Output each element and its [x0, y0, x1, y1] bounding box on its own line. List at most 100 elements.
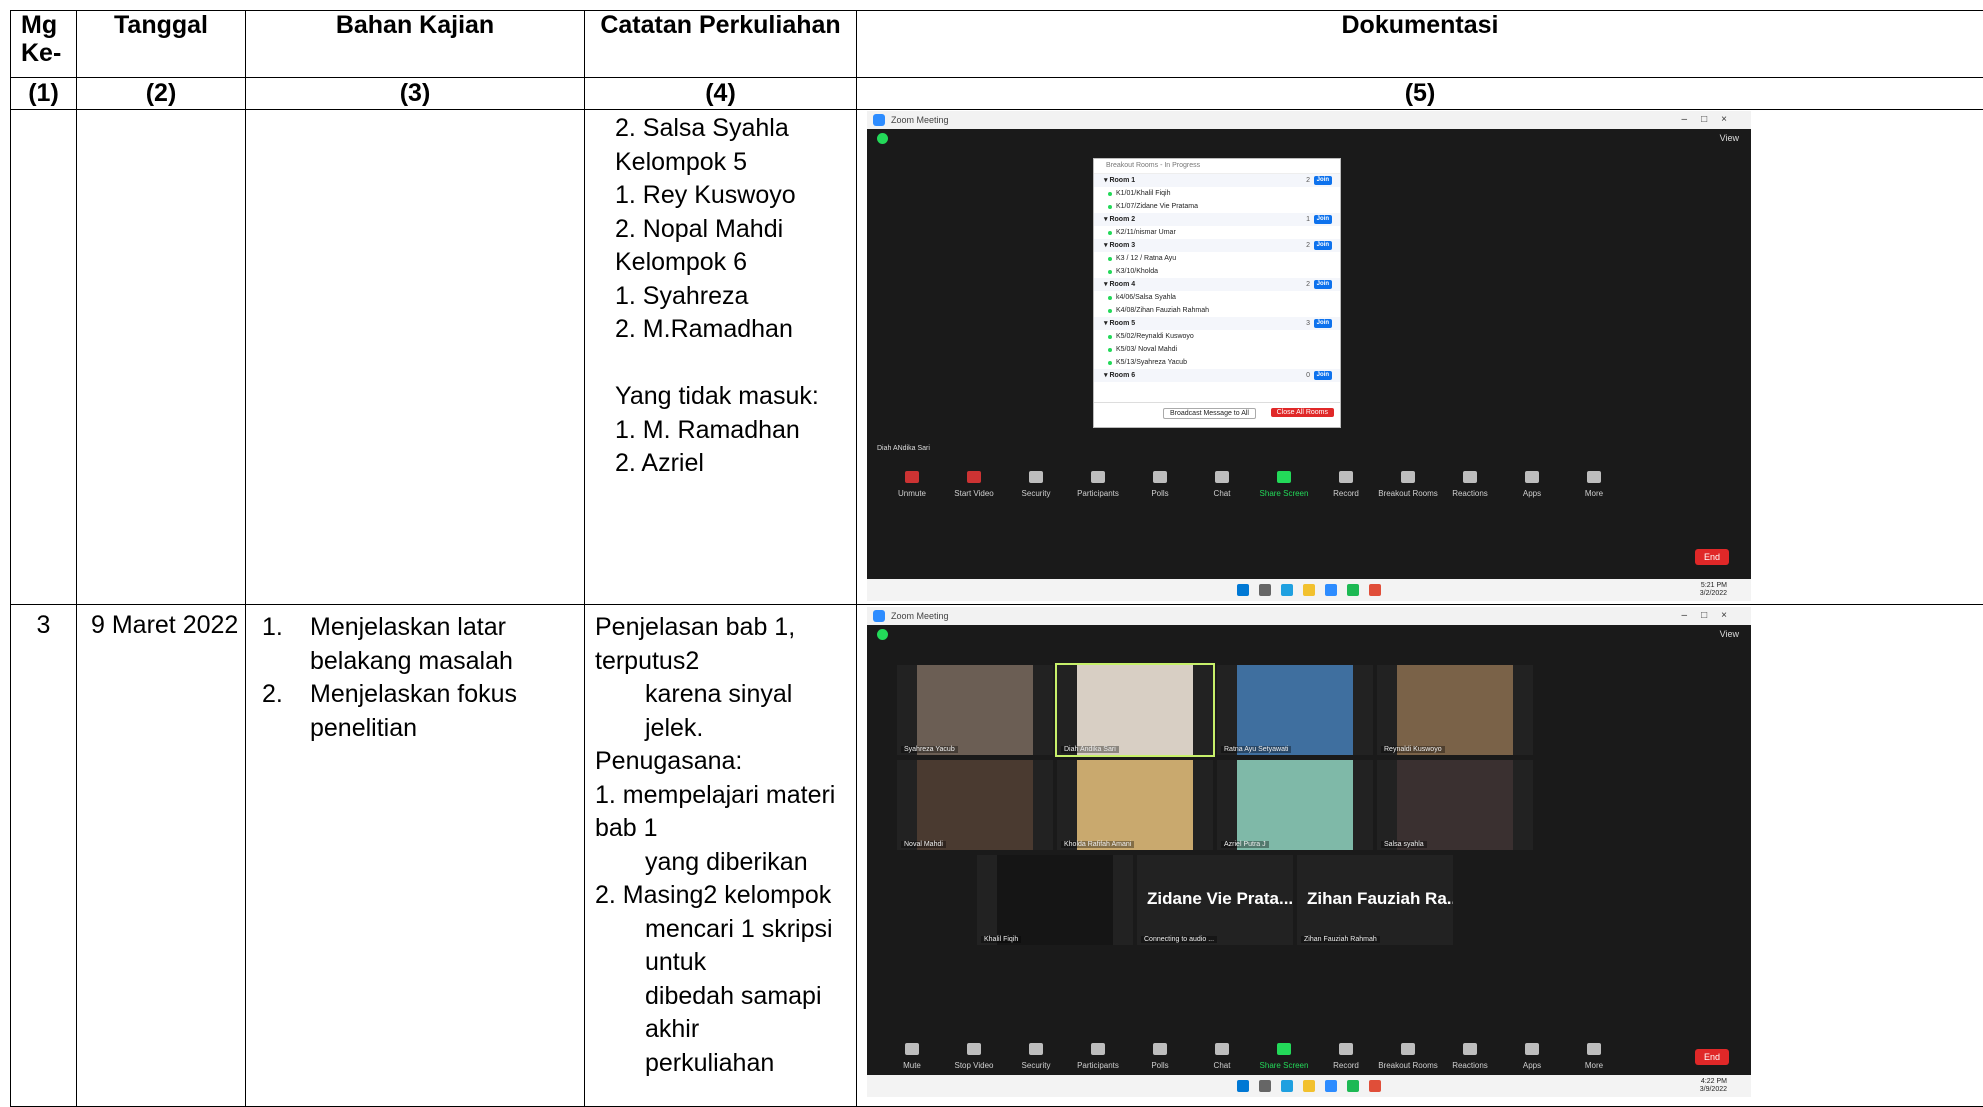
toolbar-button[interactable]: Chat	[1191, 471, 1253, 501]
breakout-room[interactable]: ▾ Room 2 1 Join	[1094, 213, 1340, 226]
breakout-room[interactable]: ▾ Room 5 3 Join	[1094, 317, 1340, 330]
spotify-icon[interactable]	[1347, 1080, 1359, 1092]
video-tile[interactable]: Noval Mahdi	[897, 760, 1053, 850]
start-icon[interactable]	[1237, 584, 1249, 596]
toolbar-button[interactable]: Chat	[1191, 1043, 1253, 1073]
toolbar-button[interactable]: Security	[1005, 471, 1067, 501]
breakout-room[interactable]: ▾ Room 6 0 Join	[1094, 369, 1340, 382]
toolbar-button[interactable]: Reactions	[1439, 1043, 1501, 1073]
video-feed	[1237, 665, 1353, 755]
note-line: Kelompok 5	[615, 147, 748, 176]
end-button[interactable]: End	[1695, 549, 1729, 565]
note-line: 1. M. Ramadhan	[615, 415, 800, 444]
video-tile[interactable]: Zidane Vie Prata... Connecting to audio .…	[1137, 855, 1293, 945]
room-name: ▾ Room 2	[1104, 216, 1136, 223]
video-tile[interactable]: Reynaldi Kuswoyo	[1377, 665, 1533, 755]
window-controls-icon[interactable]: –□×	[1682, 111, 1741, 129]
toolbar-icon	[1587, 1043, 1601, 1055]
room-member: K2/11/nismar Umar	[1094, 226, 1340, 239]
toolbar-button[interactable]: Polls	[1129, 471, 1191, 501]
toolbar-button[interactable]: Reactions	[1439, 471, 1501, 501]
toolbar-icon	[1091, 471, 1105, 483]
toolbar-button[interactable]: Participants	[1067, 471, 1129, 501]
zoom-logo-icon	[873, 114, 885, 126]
view-button[interactable]: View	[1720, 629, 1739, 639]
toolbar-button[interactable]: More	[1563, 471, 1625, 501]
edge-icon[interactable]	[1281, 584, 1293, 596]
toolbar-button[interactable]: Stop Video	[943, 1043, 1005, 1073]
toolbar-button[interactable]: Record	[1315, 1043, 1377, 1073]
header-topic: Bahan Kajian	[245, 10, 585, 78]
room-count: 3	[1306, 320, 1310, 327]
taskbar-clock: 4:22 PM 3/9/2022	[1699, 1078, 1727, 1093]
search-icon[interactable]	[1259, 584, 1271, 596]
windows-taskbar: 5:21 PM 3/2/2022	[867, 579, 1751, 601]
toolbar-button[interactable]: Participants	[1067, 1043, 1129, 1073]
video-tile[interactable]: Azriel Putra J	[1217, 760, 1373, 850]
toolbar-button[interactable]: Share Screen	[1253, 471, 1315, 501]
participant-name: Syahreza Yacub	[901, 746, 958, 753]
toolbar-button[interactable]: Breakout Rooms	[1377, 1043, 1439, 1073]
toolbar-button[interactable]: Unmute	[881, 471, 943, 501]
col-number: (2)	[76, 77, 246, 110]
folder-icon[interactable]	[1303, 1080, 1315, 1092]
window-title: Zoom Meeting	[891, 611, 949, 621]
join-button[interactable]: Join	[1313, 319, 1332, 328]
room-member: K3/10/Kholda	[1094, 265, 1340, 278]
toolbar-button[interactable]: More	[1563, 1043, 1625, 1073]
join-button[interactable]: Join	[1313, 241, 1332, 250]
search-icon[interactable]	[1259, 1080, 1271, 1092]
join-button[interactable]: Join	[1313, 176, 1332, 185]
week-cell: 3	[10, 604, 77, 1107]
topic-cell: 1. Menjelaskan latar belakang masalah 2. M…	[245, 604, 585, 1107]
video-tile[interactable]: Zihan Fauziah Ra... Zihan Fauziah Rahmah	[1297, 855, 1453, 945]
toolbar-icon	[1339, 1043, 1353, 1055]
spotify-icon[interactable]	[1347, 584, 1359, 596]
room-member: K5/13/Syahreza Yacub	[1094, 356, 1340, 369]
video-tile[interactable]: Khalil Fiqih	[977, 855, 1133, 945]
toolbar-icon	[1029, 471, 1043, 483]
join-button[interactable]: Join	[1313, 215, 1332, 224]
end-button[interactable]: End	[1695, 1049, 1729, 1065]
header-week: Mg Ke-	[10, 10, 77, 78]
broadcast-button[interactable]: Broadcast Message to All	[1163, 408, 1256, 419]
video-tile[interactable]: Ratna Ayu Setyawati	[1217, 665, 1373, 755]
room-count: 2	[1306, 177, 1310, 184]
toolbar-button[interactable]: Start Video	[943, 471, 1005, 501]
view-button[interactable]: View	[1720, 133, 1739, 143]
toolbar-button[interactable]: Apps	[1501, 471, 1563, 501]
video-tile[interactable]: Syahreza Yacub	[897, 665, 1053, 755]
video-tile[interactable]: Diah Andika Sari	[1055, 663, 1215, 757]
room-member: K3 / 12 / Ratna Ayu	[1094, 252, 1340, 265]
start-icon[interactable]	[1237, 1080, 1249, 1092]
toolbar-button[interactable]: Security	[1005, 1043, 1067, 1073]
note-line: 2. Nopal Mahdi	[615, 214, 784, 243]
toolbar-button[interactable]: Breakout Rooms	[1377, 471, 1439, 501]
breakout-room[interactable]: ▾ Room 1 2 Join	[1094, 174, 1340, 187]
zoom-icon[interactable]	[1325, 584, 1337, 596]
app-icon[interactable]	[1369, 1080, 1381, 1092]
toolbar-button[interactable]: Mute	[881, 1043, 943, 1073]
breakout-room[interactable]: ▾ Room 3 2 Join	[1094, 239, 1340, 252]
participant-name: Noval Mahdi	[901, 841, 946, 848]
breakout-room[interactable]: ▾ Room 4 2 Join	[1094, 278, 1340, 291]
join-button[interactable]: Join	[1313, 280, 1332, 289]
join-button[interactable]: Join	[1313, 371, 1332, 380]
toolbar-button[interactable]: Share Screen	[1253, 1043, 1315, 1073]
col-number: (1)	[10, 77, 77, 110]
toolbar-icon	[1277, 1043, 1291, 1055]
toolbar-button[interactable]: Apps	[1501, 1043, 1563, 1073]
edge-icon[interactable]	[1281, 1080, 1293, 1092]
app-icon[interactable]	[1369, 584, 1381, 596]
close-all-rooms-button[interactable]: Close All Rooms	[1270, 408, 1334, 417]
video-tile[interactable]: Salsa syahla	[1377, 760, 1533, 850]
note-spacer	[615, 347, 856, 381]
video-tile[interactable]: Kholda Rafifah Amani	[1057, 760, 1213, 850]
note-line: Kelompok 6	[615, 248, 748, 276]
video-feed	[1397, 760, 1513, 850]
window-controls-icon[interactable]: –□×	[1682, 607, 1741, 625]
toolbar-button[interactable]: Polls	[1129, 1043, 1191, 1073]
toolbar-button[interactable]: Record	[1315, 471, 1377, 501]
folder-icon[interactable]	[1303, 584, 1315, 596]
zoom-icon[interactable]	[1325, 1080, 1337, 1092]
